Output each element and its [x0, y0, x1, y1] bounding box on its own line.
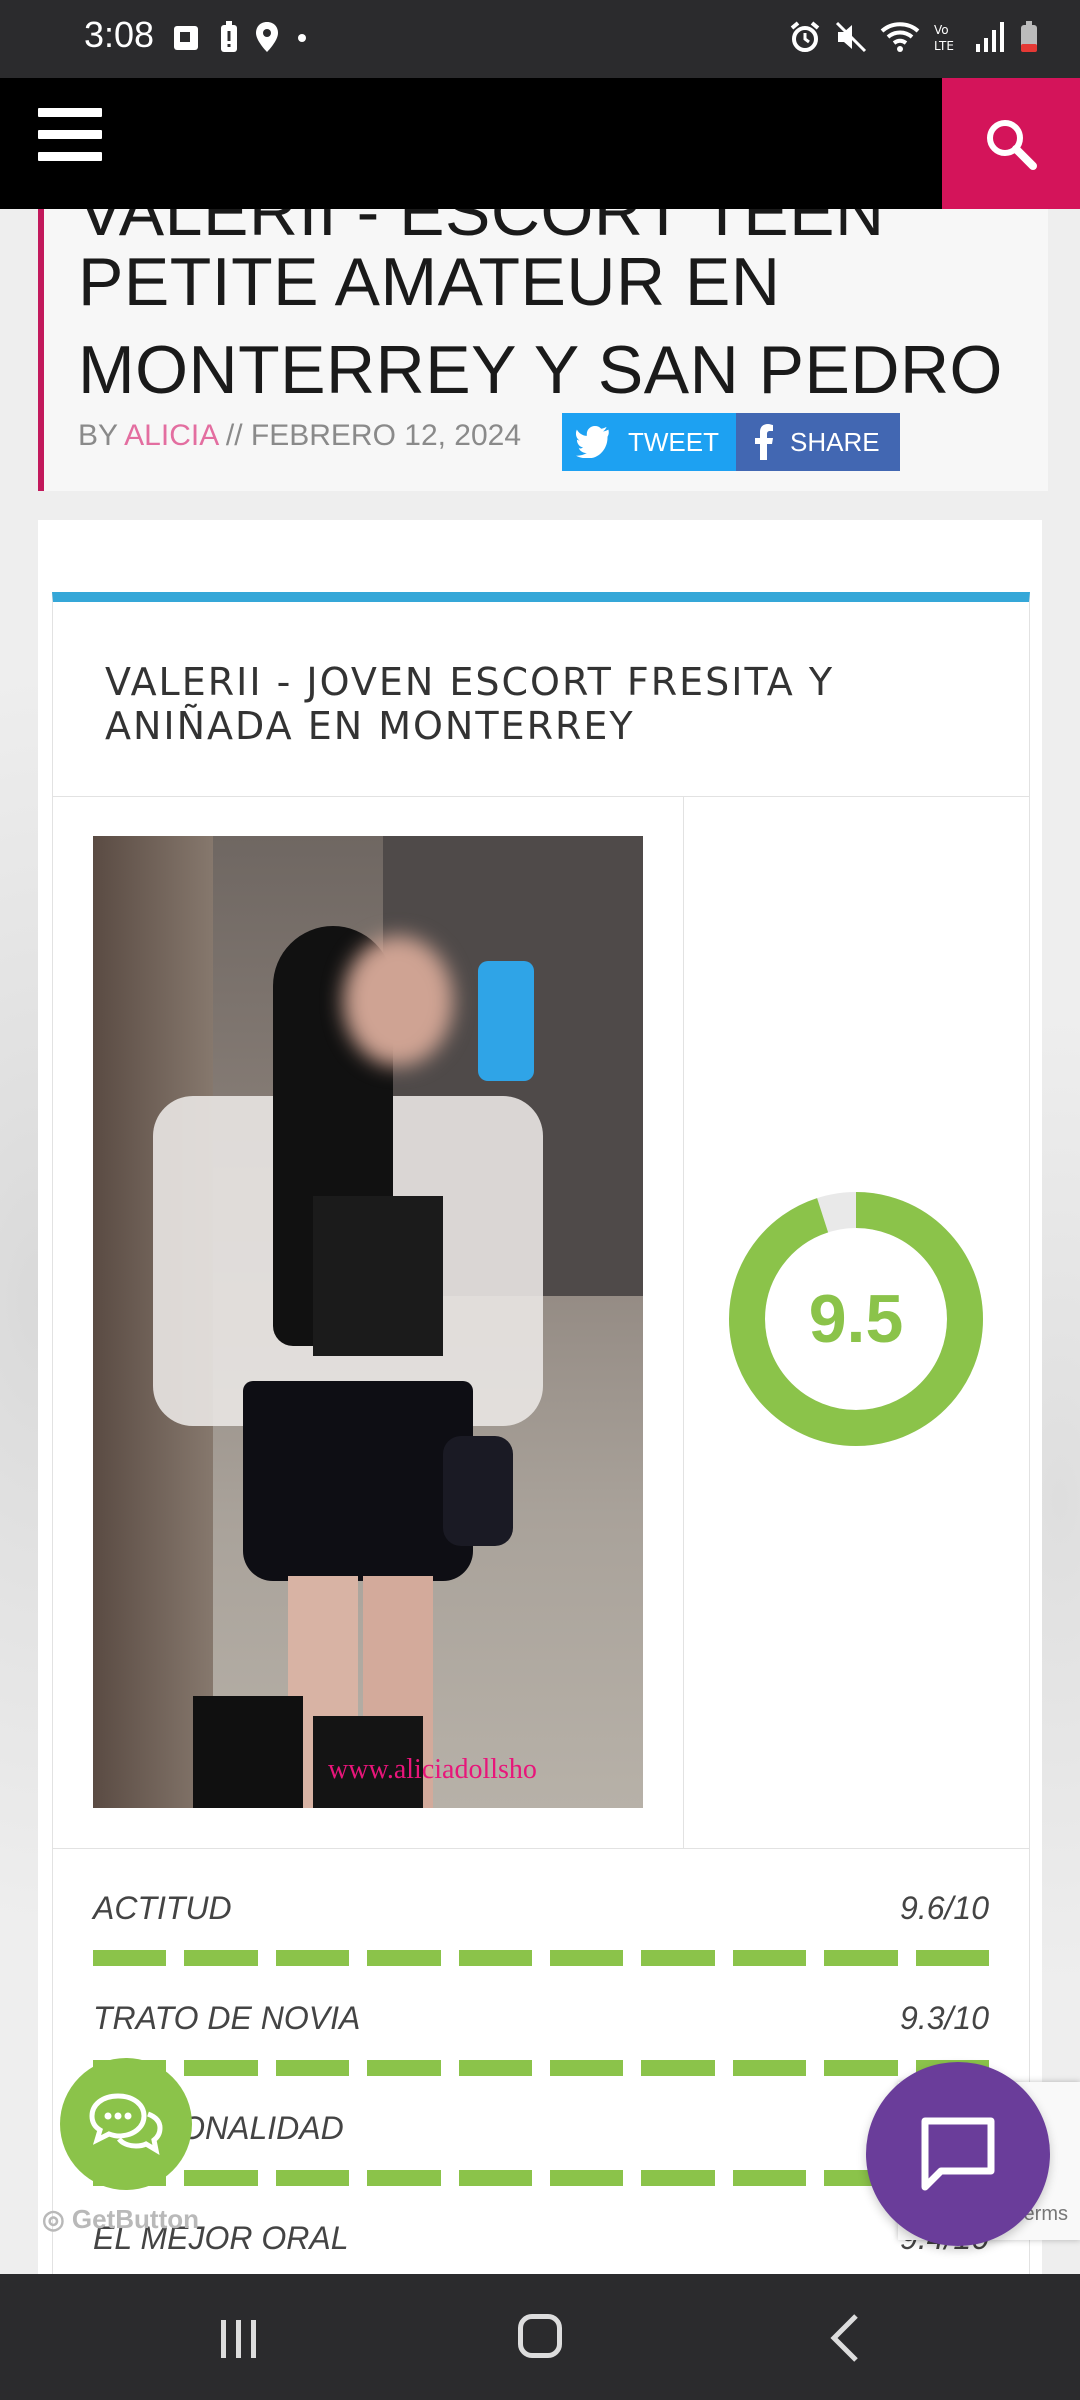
status-right-icons: Vo LTE — [788, 20, 1040, 54]
twitter-icon — [576, 426, 609, 458]
article-date: FEBRERO 12, 2024 — [250, 419, 522, 452]
criteria-bar — [93, 2170, 990, 2186]
criteria-row: ACTITUD 9.6/10 — [93, 1890, 990, 2000]
chat-launcher-button[interactable] — [866, 2062, 1050, 2246]
criteria-bar — [93, 2060, 990, 2076]
content-card: VALERII - JOVEN ESCORT FRESITA Y ANIÑADA… — [38, 520, 1042, 2303]
article-meta: BY ALICIA // FEBRERO 12, 2024 — [78, 419, 521, 453]
mute-icon — [835, 21, 867, 53]
recent-apps-icon[interactable] — [218, 2318, 260, 2360]
volte-icon: Vo LTE — [934, 23, 954, 53]
status-time: 3:08 — [84, 14, 155, 55]
dot-icon — [298, 34, 306, 42]
chat-bubbles-icon — [89, 2093, 163, 2156]
battery-icon — [1021, 21, 1037, 52]
battery-alert-icon — [221, 21, 237, 52]
status-bar: 3:08 Vo LTE — [0, 0, 1080, 78]
status-left-icons — [170, 20, 310, 54]
article-title-line-2: PETITE AMATEUR EN — [78, 244, 781, 320]
facebook-share-button[interactable]: SHARE — [736, 413, 900, 471]
system-nav-bar — [0, 2274, 1080, 2400]
criteria-row: PERSONALIDAD — [93, 2110, 990, 2220]
divider — [683, 796, 684, 1848]
review-photo[interactable]: www.aliciadollsho — [93, 836, 643, 1808]
getbutton-chat-button[interactable] — [60, 2058, 192, 2190]
wifi-icon — [880, 22, 920, 52]
share-label: SHARE — [790, 426, 880, 457]
criteria-list: ACTITUD 9.6/10 TRATO DE NOVIA 9.3/10 PER… — [93, 1890, 990, 2330]
getbutton-brand[interactable]: ◎ GetButton — [42, 2204, 199, 2235]
svg-text:LTE: LTE — [934, 39, 954, 53]
location-icon — [256, 22, 278, 52]
back-icon[interactable] — [826, 2312, 866, 2364]
search-icon — [987, 119, 1037, 170]
share-buttons: TWEET SHARE — [562, 413, 900, 471]
getbutton-logo-icon: ◎ — [42, 2204, 65, 2234]
media-icon — [174, 26, 198, 50]
signal-icon — [976, 22, 1004, 52]
divider — [53, 796, 1029, 797]
chat-bubble-icon — [921, 2117, 995, 2191]
divider — [53, 1848, 1029, 1849]
alarm-icon — [790, 21, 820, 52]
criteria-score: 9.6/10 — [900, 1890, 989, 1926]
criteria-label: TRATO DE NOVIA — [93, 2000, 361, 2036]
hamburger-menu-icon[interactable] — [38, 108, 102, 172]
overall-score: 9.5 — [809, 1281, 904, 1357]
criteria-bar — [93, 1950, 990, 1966]
review-title: VALERII - JOVEN ESCORT FRESITA Y ANIÑADA… — [105, 660, 835, 748]
criteria-row: TRATO DE NOVIA 9.3/10 — [93, 2000, 990, 2110]
article-header: VALERII - ESCORT TEEN PETITE AMATEUR EN … — [38, 209, 1048, 491]
tweet-button[interactable]: TWEET — [562, 413, 736, 471]
review-box: VALERII - JOVEN ESCORT FRESITA Y ANIÑADA… — [52, 592, 1030, 2303]
criteria-label: ACTITUD — [93, 1890, 232, 1926]
home-icon[interactable] — [518, 2314, 562, 2358]
getbutton-brand-label: GetButton — [71, 2204, 200, 2234]
author-link[interactable]: ALICIA — [124, 419, 217, 452]
date-separator: // — [217, 419, 251, 452]
tweet-label: TWEET — [628, 426, 719, 457]
overall-score-ring: 9.5 — [729, 1192, 983, 1446]
search-button[interactable] — [942, 78, 1080, 209]
site-header — [0, 78, 1080, 209]
article-title-line-3: MONTERREY Y SAN PEDRO — [78, 332, 1003, 408]
criteria-score: 9.3/10 — [900, 2000, 989, 2036]
by-label: BY — [78, 419, 118, 452]
svg-text:Vo: Vo — [934, 23, 949, 37]
facebook-icon — [755, 424, 773, 460]
photo-watermark: www.aliciadollsho — [328, 1754, 537, 1785]
